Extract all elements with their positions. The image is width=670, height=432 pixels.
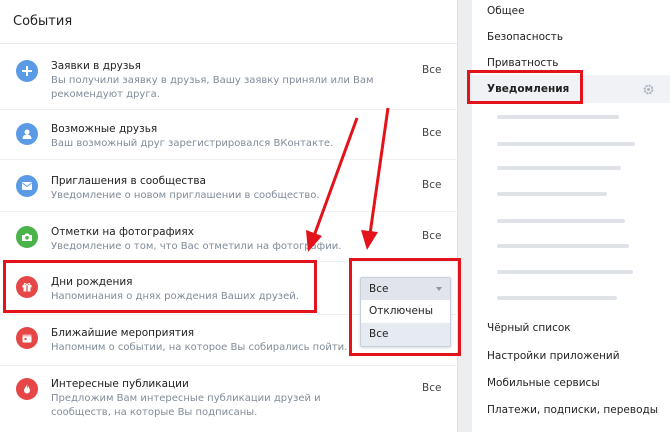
plus-icon	[16, 60, 38, 82]
envelope-icon	[16, 175, 38, 197]
sidebar-item-blacklist[interactable]: Чёрный список	[487, 322, 571, 334]
divider	[0, 261, 458, 262]
sidebar-item-app-settings[interactable]: Настройки приложений	[487, 350, 620, 362]
blurred-subitem	[497, 192, 607, 196]
setting-title: Отметки на фотографиях	[51, 226, 194, 238]
blurred-subitem	[497, 166, 621, 170]
gift-icon	[16, 276, 38, 298]
setting-row-friend-requests[interactable]: Заявки в друзья Вы получили заявку в дру…	[0, 60, 458, 112]
notifications-panel: События Заявки в друзья Вы получили заяв…	[0, 0, 458, 432]
setting-description: Напомним о событии, на которое Вы собира…	[51, 342, 348, 353]
divider	[0, 159, 458, 160]
divider	[0, 109, 458, 110]
setting-description: Предложим Вам интересные публикации друз…	[51, 393, 321, 418]
sidebar-item-privacy[interactable]: Приватность	[487, 57, 559, 69]
setting-description: Уведомление о новом приглашении в сообще…	[51, 190, 320, 201]
sidebar-item-mobile-services[interactable]: Мобильные сервисы	[487, 377, 600, 389]
calendar-icon	[16, 327, 38, 349]
setting-row-community-invites[interactable]: Приглашения в сообщества Уведомление о н…	[0, 175, 458, 227]
setting-row-possible-friends[interactable]: Возможные друзья Ваш возможный друг заре…	[0, 123, 458, 175]
blurred-subitem	[497, 296, 617, 300]
dropdown-option-all[interactable]: Все	[361, 323, 450, 346]
setting-value[interactable]: Все	[422, 382, 441, 394]
setting-description: Ваш возможный друг зарегистрировался ВКо…	[51, 138, 334, 149]
dropdown-current[interactable]: Все	[361, 278, 450, 300]
sidebar-item-payments[interactable]: Платежи, подписки, переводы	[487, 404, 658, 416]
setting-title: Заявки в друзья	[51, 60, 141, 72]
gear-icon[interactable]	[642, 81, 655, 100]
divider	[0, 211, 458, 212]
chevron-down-icon	[436, 287, 442, 291]
user-icon	[16, 123, 38, 145]
setting-row-interesting-posts[interactable]: Интересные публикации Предложим Вам инте…	[0, 378, 458, 430]
blurred-subitem	[497, 219, 625, 223]
blurred-subitem	[497, 142, 635, 146]
sidebar-item-notifications[interactable]: Уведомления	[472, 75, 670, 103]
notification-level-dropdown[interactable]: Все Отключены Все	[360, 277, 451, 347]
section-title: События	[0, 0, 457, 44]
setting-title: Интересные публикации	[51, 378, 189, 390]
dropdown-option-off[interactable]: Отключены	[361, 300, 450, 323]
blurred-subitem	[497, 115, 619, 119]
setting-title: Приглашения в сообщества	[51, 175, 206, 187]
divider	[0, 365, 458, 366]
blurred-subitem	[497, 244, 629, 248]
sidebar-item-general[interactable]: Общее	[487, 5, 525, 17]
setting-title: Дни рождения	[51, 276, 133, 288]
setting-title: Возможные друзья	[51, 123, 158, 135]
setting-description: Уведомление о том, что Вас отметили на ф…	[51, 241, 342, 252]
setting-description: Напоминания о днях рождения Ваших друзей…	[51, 291, 299, 302]
camera-icon	[16, 226, 38, 248]
setting-value[interactable]: Все	[422, 127, 441, 139]
setting-row-photo-tags[interactable]: Отметки на фотографиях Уведомление о том…	[0, 226, 458, 278]
flame-icon	[16, 378, 38, 400]
setting-value[interactable]: Все	[422, 179, 441, 191]
setting-value[interactable]: Все	[422, 64, 441, 76]
blurred-subitem	[497, 270, 633, 274]
settings-sidebar: Общее Безопасность Приватность Уведомлен…	[472, 0, 670, 432]
setting-value[interactable]: Все	[422, 230, 441, 242]
sidebar-item-security[interactable]: Безопасность	[487, 31, 563, 43]
dropdown-selected-label: Все	[369, 283, 389, 295]
setting-title: Ближайшие мероприятия	[51, 327, 195, 339]
sidebar-item-label: Уведомления	[487, 83, 570, 95]
setting-description: Вы получили заявку в друзья, Вашу заявку…	[51, 75, 374, 100]
